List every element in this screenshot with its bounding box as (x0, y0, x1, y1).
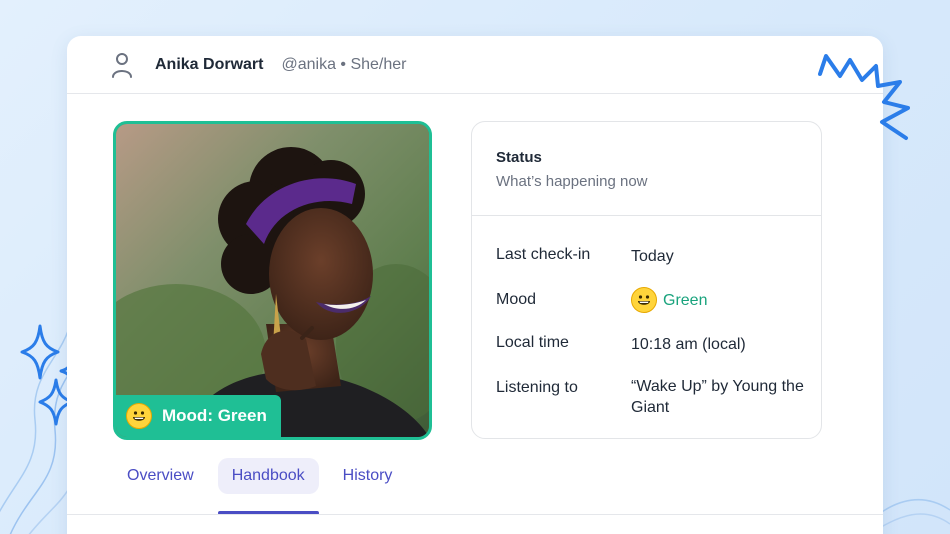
profile-photo: Mood: Green (113, 121, 432, 440)
row-value-mood: Green (631, 287, 811, 313)
mood-badge-label: Mood: Green (162, 406, 267, 425)
tabs-divider (67, 514, 883, 515)
profile-card: Anika Dorwart @anika • She/her Mood: Gre… (67, 36, 883, 534)
profile-tabs: Overview Handbook History (113, 458, 416, 516)
row-label: Last check-in (496, 246, 591, 263)
row-value: “Wake Up” by Young the Giant (631, 378, 804, 416)
status-subtitle: What’s happening now (496, 173, 648, 190)
mood-value-text: Green (663, 291, 708, 309)
row-label: Mood (496, 291, 537, 308)
row-label: Listening to (496, 379, 578, 396)
tab-history[interactable]: History (329, 458, 407, 494)
status-header: Status What’s happening now (472, 122, 821, 216)
status-title: Status (496, 149, 542, 166)
row-value: Today (631, 248, 674, 265)
grinning-face-icon (126, 403, 152, 429)
tab-overview[interactable]: Overview (113, 458, 208, 494)
row-value: 10:18 am (local) (631, 336, 746, 353)
grinning-face-icon (631, 287, 657, 313)
user-icon (112, 52, 132, 78)
portrait-photo (116, 124, 429, 437)
user-name: Anika Dorwart (155, 55, 264, 73)
profile-header: Anika Dorwart @anika • She/her (67, 36, 883, 94)
tab-handbook-label: Handbook (231, 467, 305, 484)
status-panel: Status What’s happening now Last check-i… (471, 121, 822, 439)
tab-handbook[interactable]: Handbook (217, 458, 319, 515)
row-label: Local time (496, 334, 569, 351)
user-handle: @anika • She/her (281, 55, 407, 73)
mood-badge: Mood: Green (116, 395, 281, 437)
